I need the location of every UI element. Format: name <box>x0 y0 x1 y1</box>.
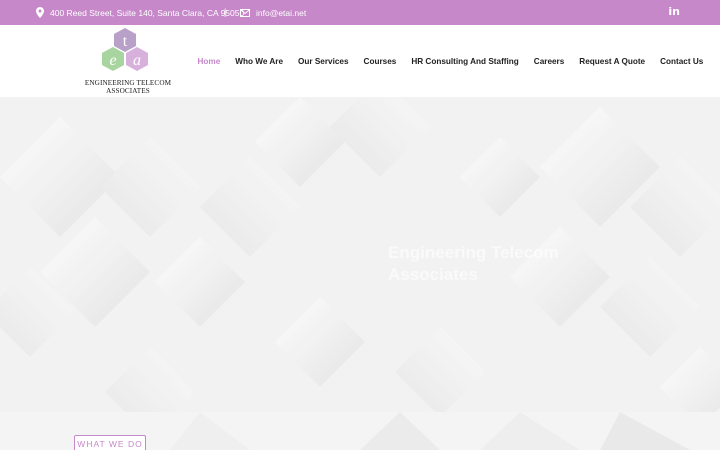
location-pin-icon <box>36 7 44 18</box>
nav-our-services[interactable]: Our Services <box>291 57 357 66</box>
nav-hr-consulting[interactable]: HR Consulting And Staffing <box>404 57 526 66</box>
logo-name-line2: ASSOCIATES <box>106 87 150 95</box>
topbar-separator: | <box>224 7 227 17</box>
envelope-icon <box>240 8 250 17</box>
nav-courses[interactable]: Courses <box>356 57 404 66</box>
logo-letter-e: e <box>109 52 116 69</box>
hero-diamond-pattern <box>0 97 720 412</box>
linkedin-icon[interactable]: in <box>668 5 680 18</box>
site-logo[interactable]: t e a ENGINEERING TELECOM ASSOCIATES <box>78 27 178 95</box>
hero-banner: Engineering Telecom Associates <box>0 97 720 412</box>
what-we-do-badge: WHAT WE DO <box>74 435 146 450</box>
email-item[interactable]: info@etai.net <box>240 0 306 25</box>
logo-hexagons-icon: t e a <box>102 28 148 71</box>
site-header: t e a ENGINEERING TELECOM ASSOCIATES Hom… <box>0 25 720 97</box>
logo-name-line1: ENGINEERING TELECOM <box>84 79 172 87</box>
hero-title: Engineering Telecom Associates <box>388 243 559 284</box>
address-text: 400 Reed Street, Suite 140, Santa Clara,… <box>50 7 245 18</box>
nav-who-we-are[interactable]: Who We Are <box>228 57 291 66</box>
nav-request-quote[interactable]: Request A Quote <box>572 57 653 66</box>
what-we-do-section: WHAT WE DO <box>0 412 720 450</box>
email-link[interactable]: info@etai.net <box>256 8 306 18</box>
nav-careers[interactable]: Careers <box>526 57 572 66</box>
nav-contact-us[interactable]: Contact Us <box>653 57 711 66</box>
address-item: 400 Reed Street, Suite 140, Santa Clara,… <box>36 0 244 25</box>
main-nav: Home Who We Are Our Services Courses HR … <box>190 25 711 97</box>
logo-letter-t: t <box>123 33 128 50</box>
nav-home[interactable]: Home <box>190 57 228 66</box>
top-bar: 400 Reed Street, Suite 140, Santa Clara,… <box>0 0 720 25</box>
logo-letter-a: a <box>133 52 141 69</box>
logo-name: ENGINEERING TELECOM ASSOCIATES <box>78 79 178 95</box>
